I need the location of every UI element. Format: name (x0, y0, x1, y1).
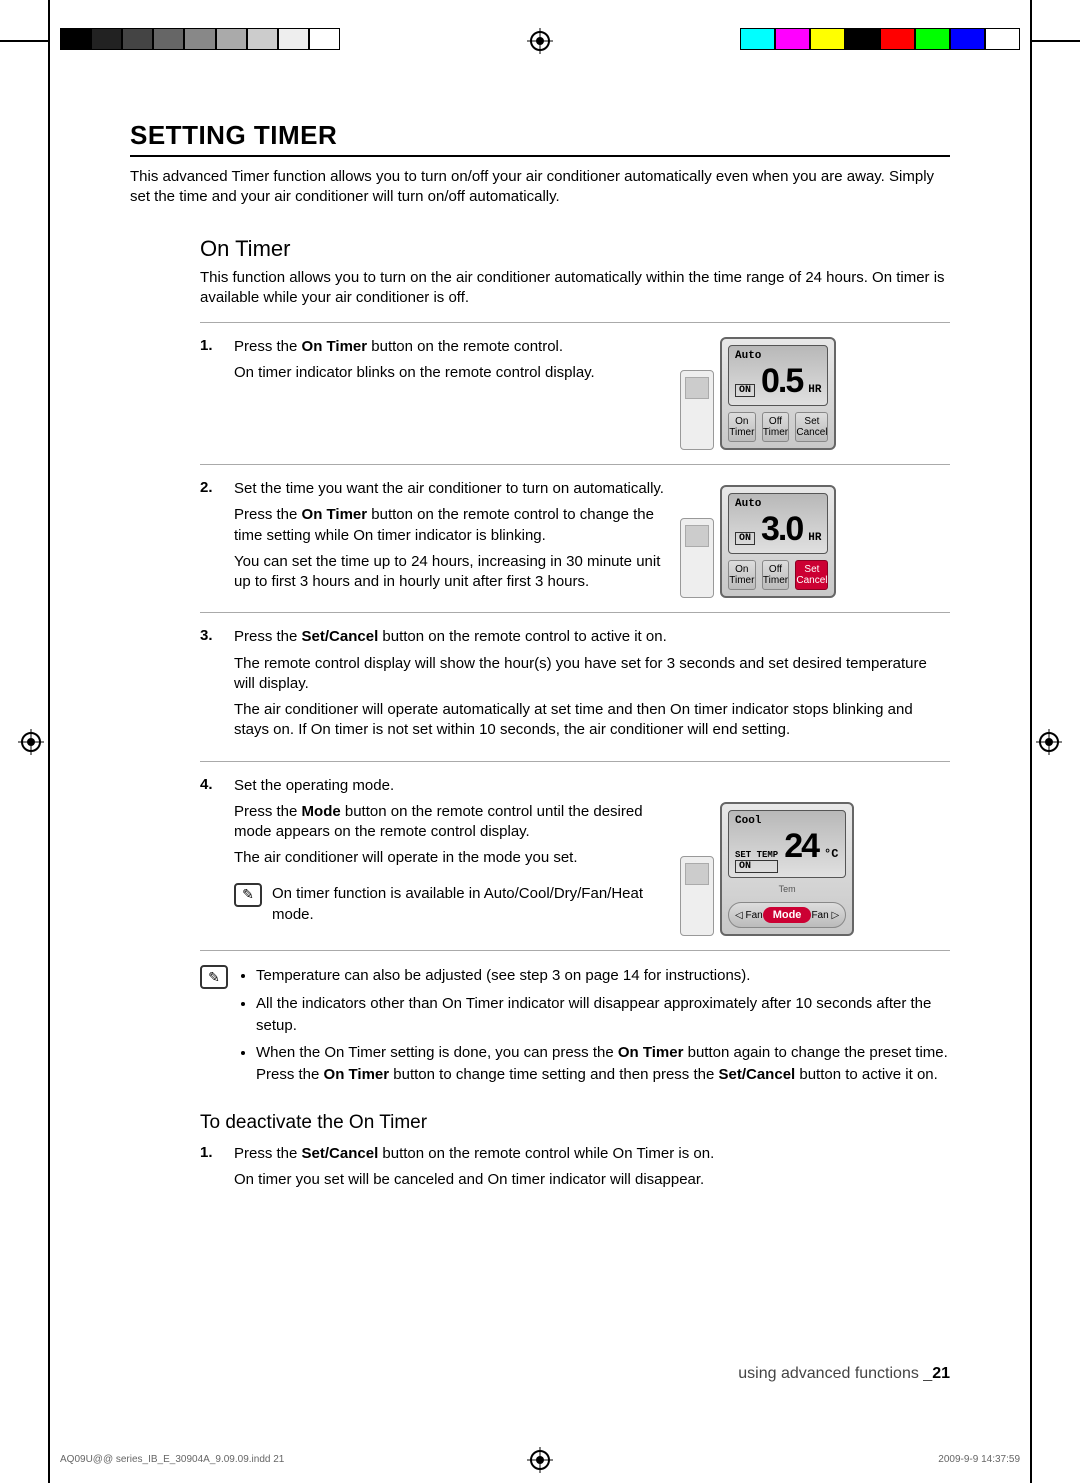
lcd-mode: Cool (735, 815, 839, 827)
step-number: 1. (200, 337, 220, 450)
note-item: When the On Timer setting is done, you c… (256, 1042, 950, 1086)
step-text: Press the Set/Cancel button on the remot… (234, 627, 950, 647)
lcd-on-badge: ON (735, 532, 755, 545)
lcd-digits: 0.5 (761, 362, 802, 401)
step-text: The remote control display will show the… (234, 654, 950, 695)
note-item: All the indicators other than On Timer i… (256, 993, 950, 1037)
separator (200, 612, 950, 613)
title-rule (130, 155, 950, 157)
remote-icon (680, 370, 714, 450)
print-timestamp: 2009-9-9 14:37:59 (938, 1454, 1020, 1465)
crop-mark (1030, 0, 1032, 1483)
button-row: OnTimer OffTimer SetCancel (728, 560, 828, 590)
separator (200, 761, 950, 762)
step-text: You can set the time up to 24 hours, inc… (234, 552, 666, 593)
registration-mark-icon (1036, 729, 1062, 755)
lcd-mode: Auto (735, 498, 821, 510)
lcd-hr: HR (808, 532, 821, 544)
colorbar-grayscale (60, 28, 340, 50)
step-number: 1. (200, 1144, 220, 1197)
colorbar-color (740, 28, 1020, 50)
page-title: SETTING TIMER (130, 120, 950, 151)
print-footer: AQ09U@@ series_IB_E_30904A_9.09.09.indd … (60, 1454, 1020, 1465)
on-timer-button: OnTimer (728, 412, 756, 442)
crop-mark (48, 0, 50, 1483)
separator (200, 464, 950, 465)
step-text: Set the time you want the air conditione… (234, 479, 666, 499)
step-text: Press the On Timer button on the remote … (234, 337, 666, 357)
separator (200, 950, 950, 951)
intro-text: This advanced Timer function allows you … (130, 167, 950, 208)
lcd-display: Cool SET TEMP ON 24 °C (728, 810, 846, 878)
step-text: On timer you set will be canceled and On… (234, 1170, 950, 1190)
off-timer-button: OffTimer (762, 560, 790, 590)
deactivate-heading: To deactivate the On Timer (200, 1112, 950, 1134)
step-3: 3. Press the Set/Cancel button on the re… (200, 627, 950, 746)
fan-right: Fan ▷ (811, 910, 839, 921)
note-1: ✎ On timer function is available in Auto… (234, 883, 666, 927)
page-footer: using advanced functions _21 (738, 1365, 950, 1383)
off-timer-button: OffTimer (762, 412, 790, 442)
lcd-mode: Auto (735, 350, 821, 362)
figure-remote-display-3: Cool SET TEMP ON 24 °C Tem ◁ Fan (680, 776, 950, 937)
section-heading: On Timer (200, 236, 950, 262)
figure-remote-display-2: Auto ON 3.0 HR OnTimer OffTimer SetCance… (680, 479, 950, 598)
step-text: Press the On Timer button on the remote … (234, 505, 666, 546)
lcd-display: Auto ON 3.0 HR (728, 493, 828, 554)
step-number: 4. (200, 776, 220, 937)
lcd-display: Auto ON 0.5 HR (728, 345, 828, 406)
lcd-on-badge: ON (735, 384, 755, 397)
note-text: On timer function is available in Auto/C… (272, 883, 666, 927)
temp-label: Tem (728, 884, 846, 894)
step-text: Press the Set/Cancel button on the remot… (234, 1144, 950, 1164)
step-1: 1. Press the On Timer button on the remo… (200, 337, 950, 450)
lcd-settemp: SET TEMP (735, 850, 778, 860)
step-text: The air conditioner will operate in the … (234, 848, 666, 868)
deactivate-step: 1. Press the Set/Cancel button on the re… (200, 1144, 950, 1197)
step-number: 2. (200, 479, 220, 598)
note-item: Temperature can also be adjusted (see st… (256, 965, 950, 987)
separator (200, 322, 950, 323)
set-cancel-button: SetCancel (795, 560, 828, 590)
step-4: 4. Set the operating mode. Press the Mod… (200, 776, 950, 937)
step-2: 2. Set the time you want the air conditi… (200, 479, 950, 598)
note-icon: ✎ (200, 965, 228, 989)
crop-mark (0, 40, 48, 42)
note-list: Temperature can also be adjusted (see st… (238, 965, 950, 1086)
lcd-degc: °C (824, 847, 838, 861)
step-number: 3. (200, 627, 220, 746)
crop-mark (1032, 40, 1080, 42)
figure-remote-display-1: Auto ON 0.5 HR OnTimer OffTimer SetCance… (680, 337, 950, 450)
note-icon: ✎ (234, 883, 262, 907)
set-cancel-button: SetCancel (795, 412, 828, 442)
on-timer-button: OnTimer (728, 560, 756, 590)
lcd-on-badge: ON (735, 860, 778, 873)
note-2: ✎ Temperature can also be adjusted (see … (200, 965, 950, 1092)
mode-button: Mode (763, 907, 812, 923)
lcd-digits: 3.0 (761, 510, 802, 549)
step-text: On timer indicator blinks on the remote … (234, 363, 666, 383)
print-file: AQ09U@@ series_IB_E_30904A_9.09.09.indd … (60, 1454, 284, 1465)
registration-mark-icon (18, 729, 44, 755)
step-text: Press the Mode button on the remote cont… (234, 802, 666, 843)
lcd-digits: 24 (784, 827, 818, 866)
registration-mark-icon (527, 28, 553, 54)
lcd-hr: HR (808, 384, 821, 396)
remote-icon (680, 518, 714, 598)
section-intro: This function allows you to turn on the … (200, 268, 950, 309)
button-row: OnTimer OffTimer SetCancel (728, 412, 828, 442)
fan-left: ◁ Fan (735, 910, 763, 921)
step-text: The air conditioner will operate automat… (234, 700, 950, 741)
mode-row: ◁ Fan Mode Fan ▷ (728, 902, 846, 928)
remote-icon (680, 856, 714, 936)
step-text: Set the operating mode. (234, 776, 666, 796)
